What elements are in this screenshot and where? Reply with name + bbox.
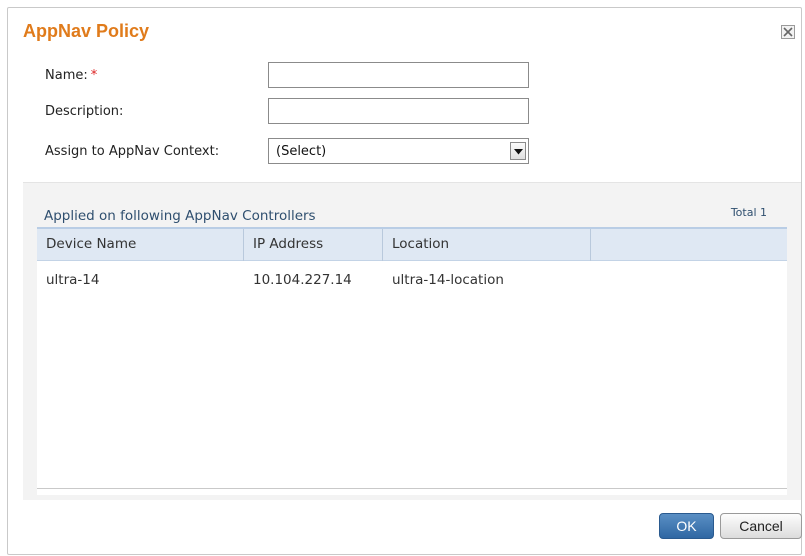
context-selected-value: (Select) xyxy=(276,144,327,159)
column-ip-address[interactable]: IP Address xyxy=(253,236,323,252)
close-icon[interactable] xyxy=(781,25,795,39)
context-label: Assign to AppNav Context: xyxy=(45,144,220,159)
column-device-name[interactable]: Device Name xyxy=(46,236,136,252)
cell-ip-address: 10.104.227.14 xyxy=(253,272,352,288)
cancel-button[interactable]: Cancel xyxy=(720,513,802,539)
column-divider[interactable] xyxy=(243,229,244,261)
table-header: Device Name IP Address Location xyxy=(37,229,787,261)
column-location[interactable]: Location xyxy=(392,236,449,252)
description-input[interactable] xyxy=(268,98,529,124)
description-label: Description: xyxy=(45,104,124,119)
cell-location: ultra-14-location xyxy=(392,272,504,288)
chevron-down-icon[interactable] xyxy=(510,142,526,160)
required-marker: * xyxy=(90,68,98,83)
column-divider[interactable] xyxy=(590,229,591,261)
name-label: Name: * xyxy=(45,68,97,83)
name-input[interactable] xyxy=(268,62,529,88)
table-bottom-divider xyxy=(37,488,787,489)
controllers-panel: Applied on following AppNav Controllers … xyxy=(23,182,801,500)
appnav-context-select[interactable]: (Select) xyxy=(268,138,529,164)
appnav-policy-dialog: AppNav Policy Name: * Description: Assign… xyxy=(7,7,802,555)
cell-device-name: ultra-14 xyxy=(46,272,100,288)
total-count: Total 1 xyxy=(730,206,767,219)
dialog-title: AppNav Policy xyxy=(23,21,150,41)
ok-button[interactable]: OK xyxy=(659,513,714,539)
controllers-table: Device Name IP Address Location ultra-14… xyxy=(37,227,787,495)
controllers-panel-title: Applied on following AppNav Controllers xyxy=(44,208,316,224)
column-divider[interactable] xyxy=(382,229,383,261)
name-label-text: Name: xyxy=(45,68,88,83)
